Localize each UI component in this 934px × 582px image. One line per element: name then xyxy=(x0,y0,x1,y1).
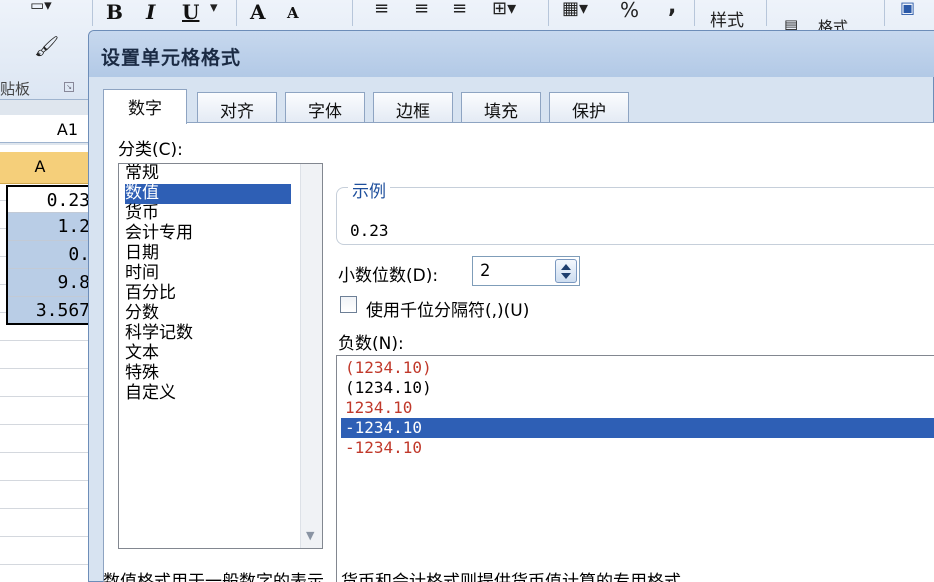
category-list[interactable]: 常规 数值 货币 会计专用 日期 时间 百分比 分数 科学记数 文本 特殊 自定… xyxy=(118,163,323,549)
tab-alignment[interactable]: 对齐 xyxy=(197,92,277,123)
dialog-launcher-icon[interactable]: ↘ xyxy=(64,82,74,92)
decimal-places-stepper[interactable]: 2 xyxy=(472,256,580,286)
selected-range[interactable]: 0.23 1.2 0. 9.8 3.567 xyxy=(6,185,90,325)
dialog-title: 设置单元格格式 xyxy=(101,47,242,69)
negative-format-item[interactable]: (1234.10) xyxy=(341,378,934,398)
negative-format-item[interactable]: -1234.10 xyxy=(341,438,934,458)
name-box[interactable]: A1 xyxy=(0,115,90,143)
sort-icon[interactable]: ▣ xyxy=(900,0,915,17)
cell-value: 1.2 xyxy=(57,216,90,237)
sample-group xyxy=(336,187,934,245)
underline-button[interactable]: U xyxy=(182,0,199,24)
spin-buttons[interactable] xyxy=(555,259,577,283)
align-right-icon[interactable]: ≡ xyxy=(452,0,467,19)
format-description: 数值格式用于一般数字的表示。货币和会计格式则提供货币值计算的专用格式。 xyxy=(103,572,698,582)
negative-numbers-label: 负数(N): xyxy=(338,334,404,354)
ribbon-divider xyxy=(694,0,695,26)
category-scrollbar[interactable]: ▼ xyxy=(300,164,322,548)
format-cells-dialog: 设置单元格格式 数字 对齐 字体 边框 填充 保护 分类(C): 常规 数值 货… xyxy=(88,30,934,582)
ribbon-divider xyxy=(92,0,93,26)
category-item[interactable]: 时间 xyxy=(125,264,291,284)
underline-dropdown-icon[interactable]: ▾ xyxy=(210,0,218,16)
paste-icon[interactable]: ▭▾ xyxy=(30,0,52,14)
spin-up-icon[interactable] xyxy=(561,264,571,270)
cell-value: 9.8 xyxy=(57,272,90,293)
comma-button[interactable]: , xyxy=(668,0,676,19)
sample-value: 0.23 xyxy=(350,221,389,240)
styles-button[interactable]: 样式 xyxy=(710,6,744,31)
align-center-icon[interactable]: ≡ xyxy=(414,0,429,19)
thousands-separator-checkbox[interactable] xyxy=(340,296,357,313)
category-item[interactable]: 会计专用 xyxy=(125,224,291,244)
cell-a2[interactable]: 1.2 xyxy=(8,213,90,241)
ribbon-divider xyxy=(236,0,237,26)
category-label: 分类(C): xyxy=(118,140,183,160)
cell-a1[interactable]: 0.23 xyxy=(8,185,90,213)
ribbon-divider xyxy=(884,0,885,26)
cell-value: 0.23 xyxy=(46,190,90,211)
column-header-a[interactable]: A xyxy=(0,152,90,184)
thousands-separator-label[interactable]: 使用千位分隔符(,)(U) xyxy=(366,296,529,321)
format-painter-icon[interactable]: 🖌 xyxy=(34,34,59,58)
negative-format-item[interactable]: (1234.10) xyxy=(341,358,934,378)
tab-protection[interactable]: 保护 xyxy=(549,92,629,123)
tab-border[interactable]: 边框 xyxy=(373,92,453,123)
category-item[interactable]: 分数 xyxy=(125,304,291,324)
cell-value: 3.567 xyxy=(35,300,90,321)
bold-button[interactable]: B xyxy=(106,0,123,24)
decimal-places-label: 小数位数(D): xyxy=(338,266,439,286)
currency-format-icon[interactable]: ▦▾ xyxy=(562,0,588,19)
category-item[interactable]: 文本 xyxy=(125,344,291,364)
shrink-font-button[interactable]: A xyxy=(287,4,299,26)
align-left-icon[interactable]: ≡ xyxy=(374,0,389,19)
decimal-places-value: 2 xyxy=(480,261,491,281)
merge-center-icon[interactable]: ⊞▾ xyxy=(492,0,516,19)
spin-down-icon[interactable] xyxy=(561,273,571,279)
italic-button[interactable]: I xyxy=(146,0,155,24)
percent-button[interactable]: % xyxy=(620,0,639,22)
number-tab-panel: 分类(C): 常规 数值 货币 会计专用 日期 时间 百分比 分数 科学记数 文… xyxy=(103,122,934,582)
negative-numbers-list[interactable]: (1234.10) (1234.10) 1234.10 -1234.10 -12… xyxy=(336,355,934,582)
cell-a3[interactable]: 0. xyxy=(8,241,90,269)
category-item[interactable]: 日期 xyxy=(125,244,291,264)
cell-a5[interactable]: 3.567 xyxy=(8,297,90,325)
scroll-down-icon[interactable]: ▼ xyxy=(306,529,314,542)
category-item-selected[interactable]: 数值 xyxy=(125,184,291,204)
category-item[interactable]: 百分比 xyxy=(125,284,291,304)
category-item[interactable]: 货币 xyxy=(125,204,291,224)
cell-a4[interactable]: 9.8 xyxy=(8,269,90,297)
clipboard-group-label: 贴板 xyxy=(0,80,31,98)
tab-number[interactable]: 数字 xyxy=(103,89,187,124)
negative-format-item[interactable]: 1234.10 xyxy=(341,398,934,418)
ribbon-divider xyxy=(352,0,353,26)
negative-format-item-selected[interactable]: -1234.10 xyxy=(341,418,934,438)
cell-value: 0. xyxy=(68,244,90,265)
ribbon-divider xyxy=(766,0,767,26)
category-item[interactable]: 特殊 xyxy=(125,364,291,384)
category-item[interactable]: 科学记数 xyxy=(125,324,291,344)
dialog-title-bar[interactable]: 设置单元格格式 xyxy=(89,31,934,77)
ribbon-divider xyxy=(548,0,549,26)
grow-font-button[interactable]: A xyxy=(250,0,266,24)
sample-label: 示例 xyxy=(348,177,390,202)
category-item[interactable]: 自定义 xyxy=(125,384,291,404)
category-item[interactable]: 常规 xyxy=(125,164,291,184)
tab-font[interactable]: 字体 xyxy=(285,92,365,123)
tab-fill[interactable]: 填充 xyxy=(461,92,541,123)
